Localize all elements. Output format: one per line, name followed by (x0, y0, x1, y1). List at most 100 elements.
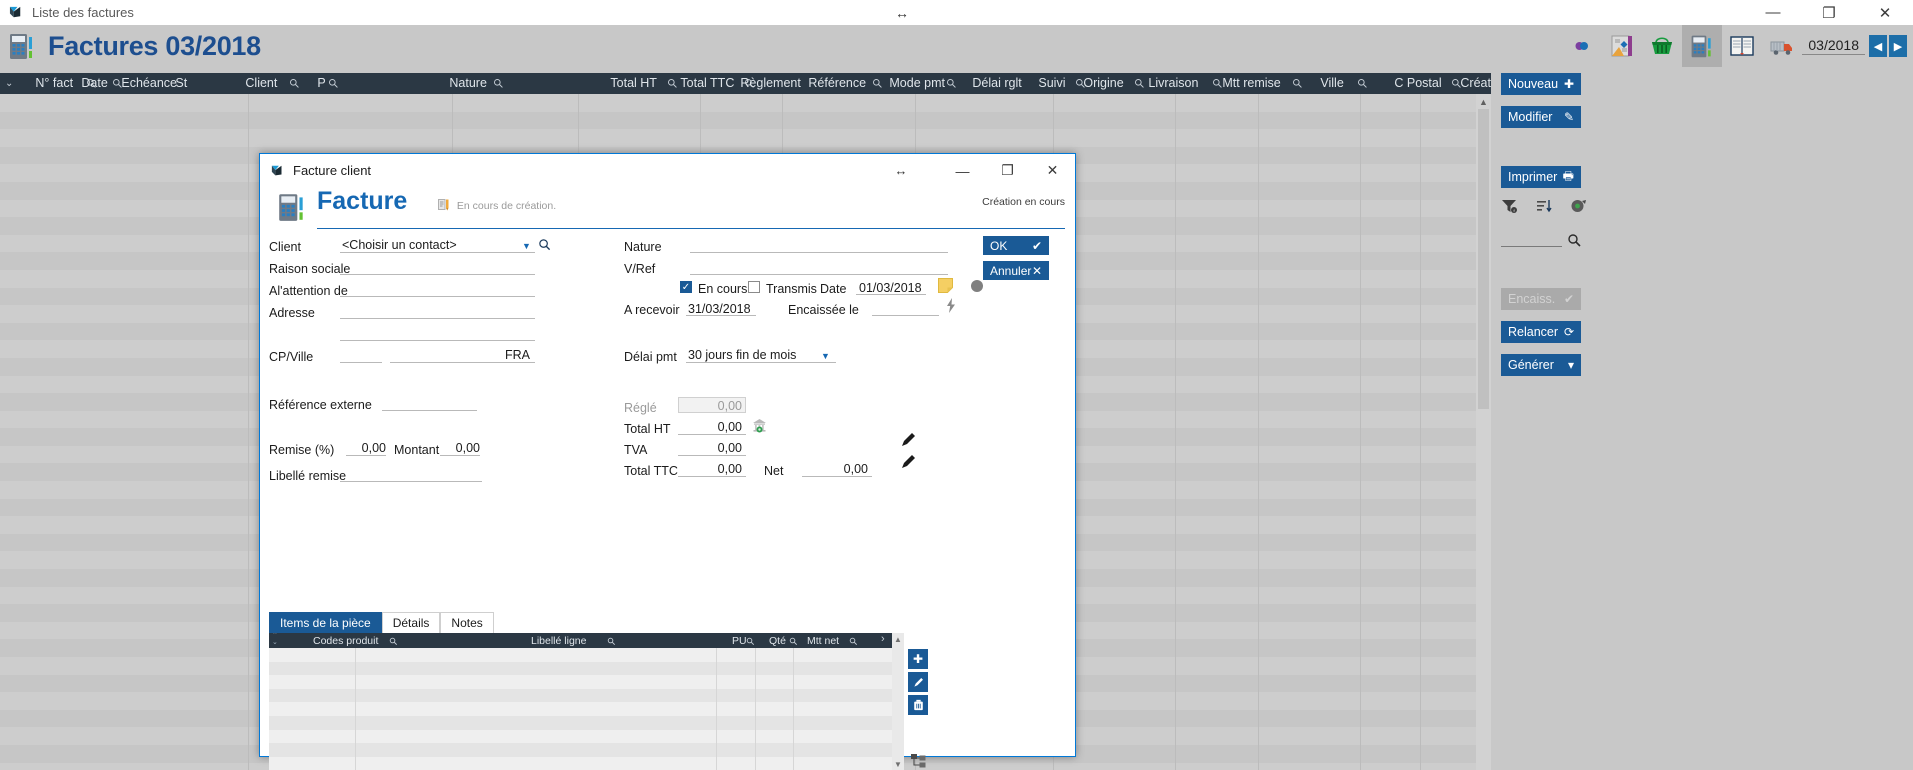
nouveau-button[interactable]: Nouveau ✚ (1501, 73, 1581, 95)
column-search-icon[interactable] (872, 77, 883, 91)
window-resize-handle[interactable]: ↔ (887, 0, 917, 25)
column-search-icon[interactable] (667, 77, 678, 91)
grid-column-header-4[interactable]: Mtt net (807, 635, 839, 647)
grid-column-search-icon[interactable] (607, 636, 616, 648)
imprimer-button[interactable]: Imprimer 🖶 (1501, 166, 1581, 188)
column-header-4[interactable]: Client (245, 76, 277, 90)
grid-row[interactable] (269, 729, 892, 744)
column-header-11[interactable]: Mode pmt (889, 76, 945, 90)
column-search-icon[interactable] (1212, 77, 1223, 91)
lightning-icon[interactable] (946, 298, 956, 313)
vref-input[interactable] (690, 259, 948, 275)
column-search-icon[interactable] (289, 77, 300, 91)
column-search-icon[interactable] (946, 77, 957, 91)
truck-icon[interactable] (1762, 25, 1802, 67)
attention-input[interactable] (340, 281, 535, 297)
grid-row[interactable] (269, 715, 892, 730)
cp-input[interactable] (340, 347, 382, 363)
dialog-minimize-button[interactable]: — (940, 154, 985, 187)
filter-icon[interactable]: f (1501, 198, 1518, 214)
maximize-button[interactable]: ❐ (1801, 0, 1857, 25)
cancel-button[interactable]: Annuler ✕ (983, 261, 1049, 280)
column-header-18[interactable]: C Postal (1394, 76, 1441, 90)
edit-total-icon[interactable] (900, 432, 916, 448)
table-row[interactable] (0, 111, 1476, 130)
column-header-9[interactable]: Règlement (740, 76, 800, 90)
raison-sociale-input[interactable] (340, 259, 535, 275)
search-input[interactable] (1501, 234, 1562, 247)
column-header-6[interactable]: Nature (449, 76, 487, 90)
chevron-down-icon[interactable]: ⌄ (5, 78, 13, 89)
grid-column-search-icon[interactable] (746, 636, 755, 648)
grid-column-header-0[interactable]: Codes produit (313, 635, 378, 647)
reference-externe-input[interactable] (382, 395, 477, 411)
grid-column-search-icon[interactable] (789, 636, 798, 648)
delete-line-button[interactable] (908, 695, 928, 715)
scroll-up-icon[interactable]: ▲ (1476, 94, 1491, 109)
close-button[interactable]: ✕ (1857, 0, 1913, 25)
diagram-icon[interactable] (1602, 25, 1642, 67)
column-header-3[interactable]: St (175, 76, 187, 90)
dialog-maximize-button[interactable]: ❐ (985, 154, 1030, 187)
dialog-resize-handle[interactable]: ↔ (888, 154, 914, 187)
tab-details[interactable]: Détails (381, 612, 441, 633)
chevron-down-icon[interactable]: ▼ (522, 241, 531, 251)
transmis-checkbox[interactable] (748, 281, 760, 293)
nature-input[interactable] (690, 237, 948, 253)
search-icon[interactable] (1567, 233, 1581, 247)
encaissee-le-input[interactable] (872, 300, 939, 316)
client-search-icon[interactable] (538, 238, 551, 251)
tab-notes[interactable]: Notes (440, 612, 494, 633)
column-search-icon[interactable] (1134, 77, 1145, 91)
adresse-line1-input[interactable] (340, 303, 535, 319)
sticky-note-icon[interactable] (938, 278, 953, 293)
column-header-8[interactable]: Total TTC (680, 76, 734, 90)
en-cours-checkbox[interactable]: ✓ (680, 281, 692, 293)
column-search-icon[interactable] (493, 77, 504, 91)
minimize-button[interactable]: — (1745, 0, 1801, 25)
column-header-17[interactable]: Ville (1320, 76, 1343, 90)
grid-row[interactable] (269, 648, 892, 662)
column-search-icon[interactable] (1357, 77, 1368, 91)
edit-net-icon[interactable] (900, 454, 916, 470)
column-header-14[interactable]: Origine (1083, 76, 1123, 90)
grid-column-header-3[interactable]: Qté (769, 635, 786, 647)
status-circle-icon[interactable] (970, 279, 984, 293)
column-header-16[interactable]: Mtt remise (1222, 76, 1280, 90)
grid-scroll-down-icon[interactable]: ▼ (892, 758, 904, 770)
column-search-icon[interactable] (1292, 77, 1303, 91)
grid-column-search-icon[interactable] (389, 636, 398, 648)
edit-line-button[interactable] (908, 672, 928, 692)
grid-overflow-icon[interactable]: › (881, 633, 885, 645)
relancer-button[interactable]: Relancer ⟳ (1501, 321, 1581, 343)
add-line-button[interactable]: ✚ (908, 649, 928, 669)
table-row[interactable] (0, 129, 1476, 147)
chevron-down-icon[interactable]: ▼ (821, 351, 830, 361)
items-grid[interactable] (269, 648, 892, 770)
table-row[interactable] (0, 94, 1476, 112)
column-header-15[interactable]: Livraison (1148, 76, 1198, 90)
modifier-button[interactable]: Modifier ✎ (1501, 106, 1581, 128)
ok-button[interactable]: OK ✔ (983, 236, 1049, 255)
invoice-icon[interactable] (1682, 25, 1723, 67)
period-prev-button[interactable]: ◀ (1869, 35, 1887, 57)
grid-row[interactable] (269, 675, 892, 689)
book-icon[interactable] (1722, 25, 1762, 67)
tab-items-de-la-piece[interactable]: Items de la pièce (269, 612, 382, 633)
column-header-13[interactable]: Suivi (1038, 76, 1065, 90)
export-icon[interactable] (1570, 198, 1587, 214)
sort-icon[interactable] (1536, 198, 1552, 214)
grid-column-header-1[interactable]: Libellé ligne (531, 635, 586, 647)
column-header-12[interactable]: Délai rglt (972, 76, 1021, 90)
generer-button[interactable]: Générer ▾ (1501, 354, 1581, 376)
column-header-5[interactable]: P (317, 76, 325, 90)
grid-sort-icon[interactable]: ⌃ ⌄ (272, 633, 278, 646)
column-header-0[interactable]: N° fact (35, 76, 73, 90)
grid-row[interactable] (269, 756, 892, 770)
duplicate-line-icon[interactable] (908, 752, 928, 770)
column-header-19[interactable]: Création (1460, 76, 1491, 90)
grid-row[interactable] (269, 702, 892, 716)
grid-vertical-scrollbar[interactable]: ▲ ▼ (892, 633, 904, 770)
grid-row[interactable] (269, 743, 892, 757)
grid-scroll-up-icon[interactable]: ▲ (892, 633, 904, 645)
